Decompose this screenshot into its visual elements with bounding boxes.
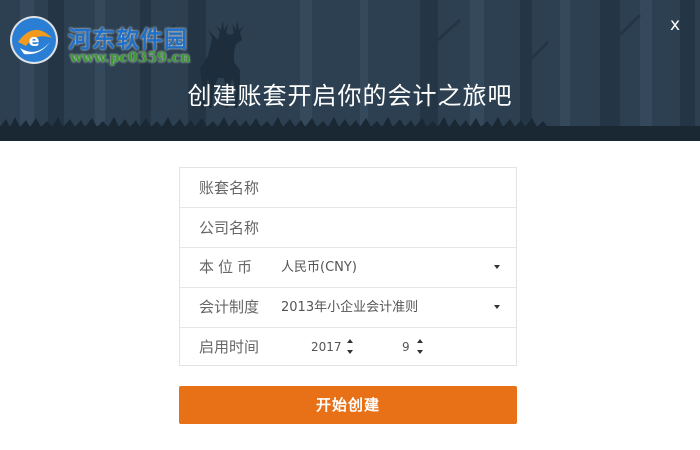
start-create-button[interactable]: 开始创建 bbox=[179, 386, 517, 424]
spin-up-icon[interactable] bbox=[347, 339, 353, 343]
spin-up-icon[interactable] bbox=[417, 339, 423, 343]
pc0359-logo-icon: e bbox=[10, 16, 58, 64]
watermark-name: 河东软件园 bbox=[68, 26, 188, 53]
header-banner: e 河东软件园 www.pc0359.cn x 创建账套开启你的会计之旅吧 bbox=[0, 0, 700, 141]
accounting-system-select[interactable]: 2013年小企业会计准则 bbox=[281, 288, 418, 327]
accounting-system-label: 会计制度 bbox=[199, 298, 260, 316]
chevron-down-icon[interactable] bbox=[494, 305, 500, 309]
create-account-form: 本位币 人民币(CNY) 会计制度 2013年小企业会计准则 启用时间 2017… bbox=[179, 167, 517, 366]
month-value[interactable]: 9 bbox=[402, 328, 410, 367]
start-time-label: 启用时间 bbox=[199, 338, 260, 356]
start-time-row: 启用时间 2017 9 bbox=[180, 328, 516, 367]
year-spinner-arrows-icon[interactable] bbox=[347, 338, 355, 358]
spin-down-icon[interactable] bbox=[417, 350, 423, 354]
watermark: e 河东软件园 www.pc0359.cn bbox=[6, 10, 216, 68]
currency-label: 本位币 bbox=[199, 258, 257, 276]
watermark-url: www.pc0359.cn bbox=[70, 50, 191, 66]
account-name-input[interactable] bbox=[180, 168, 516, 207]
accounting-system-row[interactable]: 会计制度 2013年小企业会计准则 bbox=[180, 288, 516, 328]
currency-select[interactable]: 人民币(CNY) bbox=[281, 248, 357, 287]
close-button[interactable]: x bbox=[664, 14, 686, 36]
month-spinner-arrows-icon[interactable] bbox=[417, 338, 425, 358]
company-name-input[interactable] bbox=[180, 208, 516, 247]
company-name-row bbox=[180, 208, 516, 248]
year-value[interactable]: 2017 bbox=[311, 328, 342, 367]
currency-row[interactable]: 本位币 人民币(CNY) bbox=[180, 248, 516, 288]
spin-down-icon[interactable] bbox=[347, 350, 353, 354]
svg-text:e: e bbox=[29, 31, 40, 50]
page-title: 创建账套开启你的会计之旅吧 bbox=[187, 82, 513, 110]
chevron-down-icon[interactable] bbox=[494, 265, 500, 269]
account-name-row bbox=[180, 168, 516, 208]
